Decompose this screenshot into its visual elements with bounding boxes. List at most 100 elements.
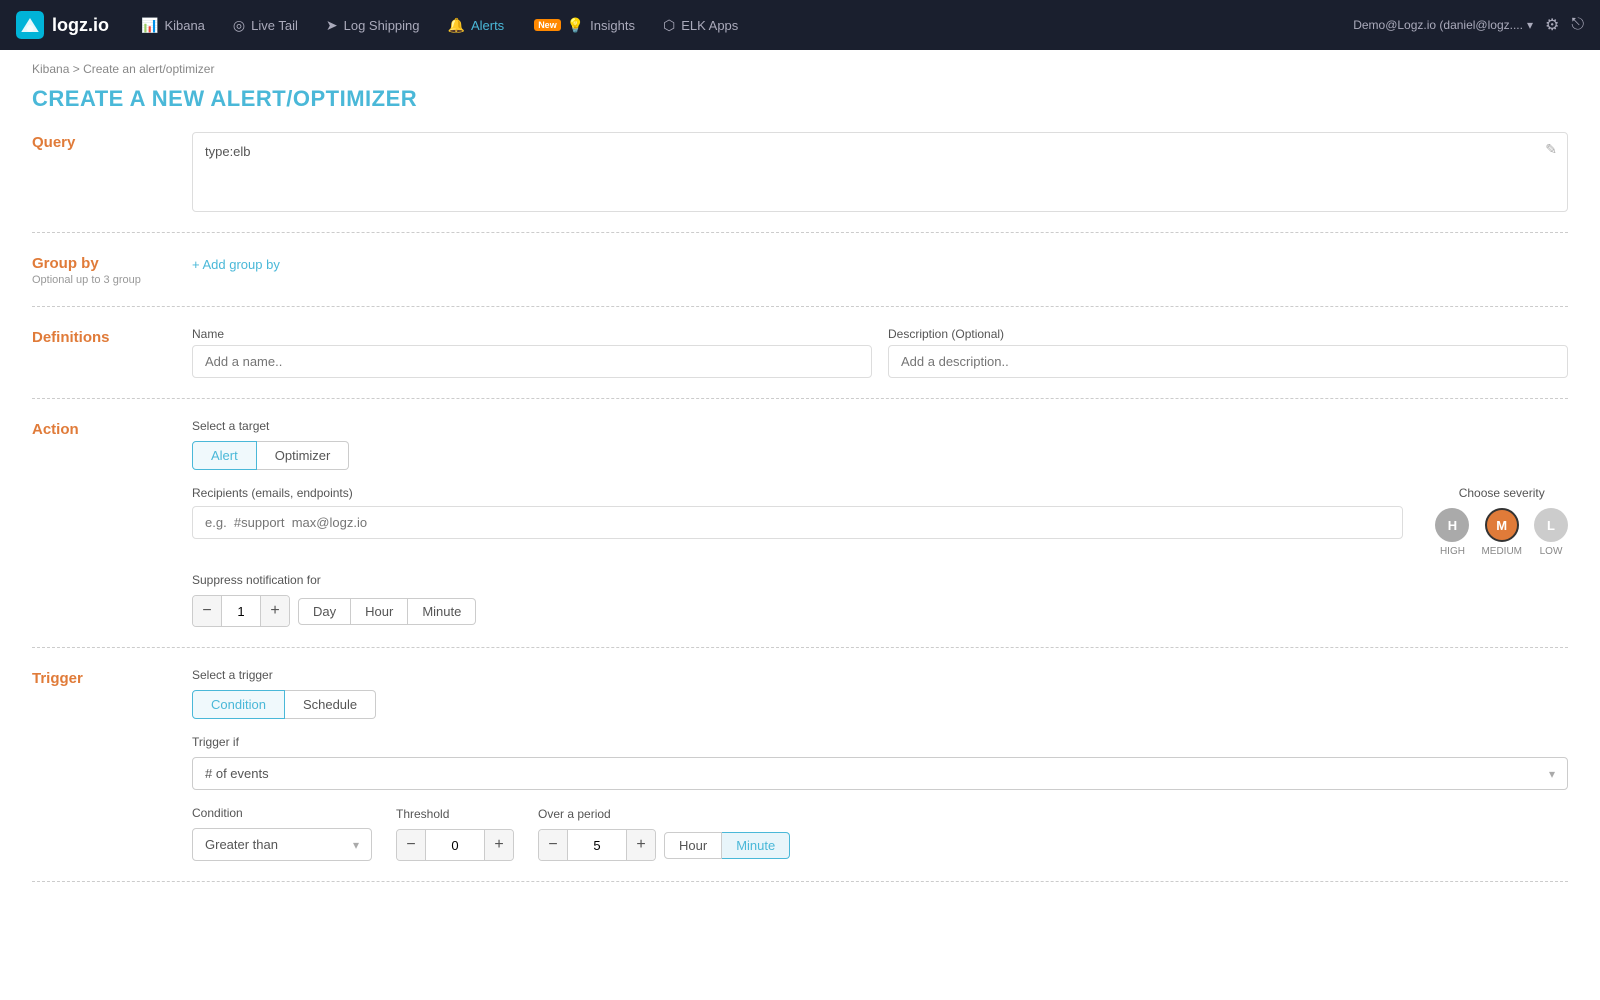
- action-content: Select a target Alert Optimizer Recipien…: [192, 419, 1568, 627]
- edit-icon[interactable]: ✎: [1545, 141, 1557, 158]
- severity-medium-label: MEDIUM: [1481, 546, 1522, 557]
- period-value[interactable]: [567, 830, 627, 860]
- suppress-time-group: Day Hour Minute: [298, 598, 476, 625]
- nav-user[interactable]: Demo@Logz.io (daniel@logz.... ▾: [1353, 18, 1533, 32]
- alerts-icon: 🔔: [448, 17, 465, 34]
- period-hour-button[interactable]: Hour: [664, 832, 722, 859]
- optimizer-button[interactable]: Optimizer: [257, 441, 350, 470]
- breadcrumb: Kibana > Create an alert/optimizer: [0, 50, 1600, 80]
- name-label: Name: [192, 327, 872, 341]
- threshold-value[interactable]: [425, 830, 485, 860]
- period-minute-button[interactable]: Minute: [722, 832, 790, 859]
- trigger-if-label: Trigger if: [192, 735, 1568, 749]
- nav-kibana[interactable]: 📊 Kibana: [129, 11, 217, 40]
- nav-logshipping[interactable]: ➤ Log Shipping: [314, 11, 432, 40]
- dropdown-arrow-icon: ▾: [1549, 767, 1555, 781]
- description-col: Description (Optional): [888, 327, 1568, 378]
- recipients-label: Recipients (emails, endpoints): [192, 486, 1403, 500]
- breadcrumb-current: Create an alert/optimizer: [83, 62, 214, 76]
- query-label-col: Query: [32, 132, 192, 212]
- condition-label: Condition: [192, 806, 372, 820]
- severity-medium[interactable]: M MEDIUM: [1481, 508, 1522, 557]
- period-increment[interactable]: +: [627, 830, 655, 860]
- condition-arrow-icon: ▾: [353, 838, 359, 852]
- recipients-input[interactable]: [192, 506, 1403, 539]
- nav-alerts[interactable]: 🔔 Alerts: [436, 11, 517, 40]
- definitions-row: Name Description (Optional): [192, 327, 1568, 378]
- trigger-label: Trigger: [32, 668, 192, 687]
- severity-medium-circle: M: [1485, 508, 1519, 542]
- condition-button[interactable]: Condition: [192, 690, 285, 719]
- divider-5: [32, 881, 1568, 882]
- period-decrement[interactable]: −: [539, 830, 567, 860]
- description-input[interactable]: [888, 345, 1568, 378]
- logshipping-icon: ➤: [326, 17, 338, 34]
- definitions-label-col: Definitions: [32, 327, 192, 378]
- trigger-if-dropdown[interactable]: # of events ▾: [192, 757, 1568, 790]
- recipients-row: Recipients (emails, endpoints) Choose se…: [192, 486, 1568, 557]
- nav-livetail[interactable]: ◎ Live Tail: [221, 11, 310, 40]
- name-input[interactable]: [192, 345, 872, 378]
- suppress-value[interactable]: [221, 596, 261, 626]
- severity-low-label: LOW: [1540, 546, 1563, 557]
- suppress-increment[interactable]: +: [261, 596, 289, 626]
- severity-options: H HIGH M MEDIUM L LOW: [1435, 508, 1568, 557]
- severity-high[interactable]: H HIGH: [1435, 508, 1469, 557]
- trigger-conditions: Condition Greater than ▾ Threshold − +: [192, 806, 1568, 861]
- divider-3: [32, 398, 1568, 399]
- condition-dropdown[interactable]: Greater than ▾: [192, 828, 372, 861]
- query-text: type:elb: [205, 144, 251, 159]
- threshold-stepper: − +: [396, 829, 514, 861]
- period-stepper: − +: [538, 829, 656, 861]
- page-title: CREATE A NEW ALERT/OPTIMIZER: [0, 80, 1600, 132]
- severity-high-circle: H: [1435, 508, 1469, 542]
- definitions-label: Definitions: [32, 327, 192, 346]
- period-label: Over a period: [538, 807, 790, 821]
- query-content: type:elb ✎: [192, 132, 1568, 212]
- suppress-minute-button[interactable]: Minute: [408, 598, 476, 625]
- action-section: Action Select a target Alert Optimizer R…: [32, 419, 1568, 627]
- logo[interactable]: logz.io: [16, 11, 109, 39]
- name-col: Name: [192, 327, 872, 378]
- suppress-day-button[interactable]: Day: [298, 598, 351, 625]
- query-box[interactable]: type:elb ✎: [192, 132, 1568, 212]
- query-label: Query: [32, 132, 192, 151]
- severity-low[interactable]: L LOW: [1534, 508, 1568, 557]
- nav-elkapps[interactable]: ⬡ ELK Apps: [651, 11, 750, 40]
- nav-insights[interactable]: New 💡 Insights: [520, 11, 647, 40]
- condition-value: Greater than: [205, 837, 278, 852]
- recipients-col: Recipients (emails, endpoints): [192, 486, 1403, 539]
- description-label: Description (Optional): [888, 327, 1568, 341]
- select-target-label: Select a target: [192, 419, 1568, 433]
- suppress-hour-button[interactable]: Hour: [351, 598, 408, 625]
- alert-button[interactable]: Alert: [192, 441, 257, 470]
- threshold-decrement[interactable]: −: [397, 830, 425, 860]
- threshold-increment[interactable]: +: [485, 830, 513, 860]
- threshold-label: Threshold: [396, 807, 514, 821]
- divider-4: [32, 647, 1568, 648]
- suppress-decrement[interactable]: −: [193, 596, 221, 626]
- elkapps-icon: ⬡: [663, 17, 675, 34]
- groupby-sub: Optional up to 3 group: [32, 274, 192, 286]
- gear-icon[interactable]: ⚙: [1545, 15, 1559, 35]
- suppress-label: Suppress notification for: [192, 573, 1568, 587]
- suppress-row: − + Day Hour Minute: [192, 595, 1568, 627]
- trigger-label-col: Trigger: [32, 668, 192, 861]
- new-badge: New: [534, 19, 561, 31]
- severity-col: Choose severity H HIGH M MEDIUM L LOW: [1435, 486, 1568, 557]
- divider-1: [32, 232, 1568, 233]
- signout-icon[interactable]: ⎋: [1571, 16, 1584, 34]
- period-col: Over a period − + Hour Minute: [538, 807, 790, 861]
- action-label: Action: [32, 419, 192, 438]
- navbar: logz.io 📊 Kibana ◎ Live Tail ➤ Log Shipp…: [0, 0, 1600, 50]
- condition-col: Condition Greater than ▾: [192, 806, 372, 861]
- target-btn-group: Alert Optimizer: [192, 441, 1568, 470]
- insights-icon: 💡: [567, 17, 584, 34]
- schedule-button[interactable]: Schedule: [285, 690, 376, 719]
- period-time-group: Hour Minute: [664, 832, 790, 859]
- groupby-label: Group by: [32, 253, 192, 272]
- breadcrumb-parent[interactable]: Kibana: [32, 62, 69, 76]
- trigger-if-value: # of events: [205, 766, 269, 781]
- add-group-button[interactable]: + Add group by: [192, 253, 280, 276]
- main-content: Query type:elb ✎ Group by Optional up to…: [0, 132, 1600, 942]
